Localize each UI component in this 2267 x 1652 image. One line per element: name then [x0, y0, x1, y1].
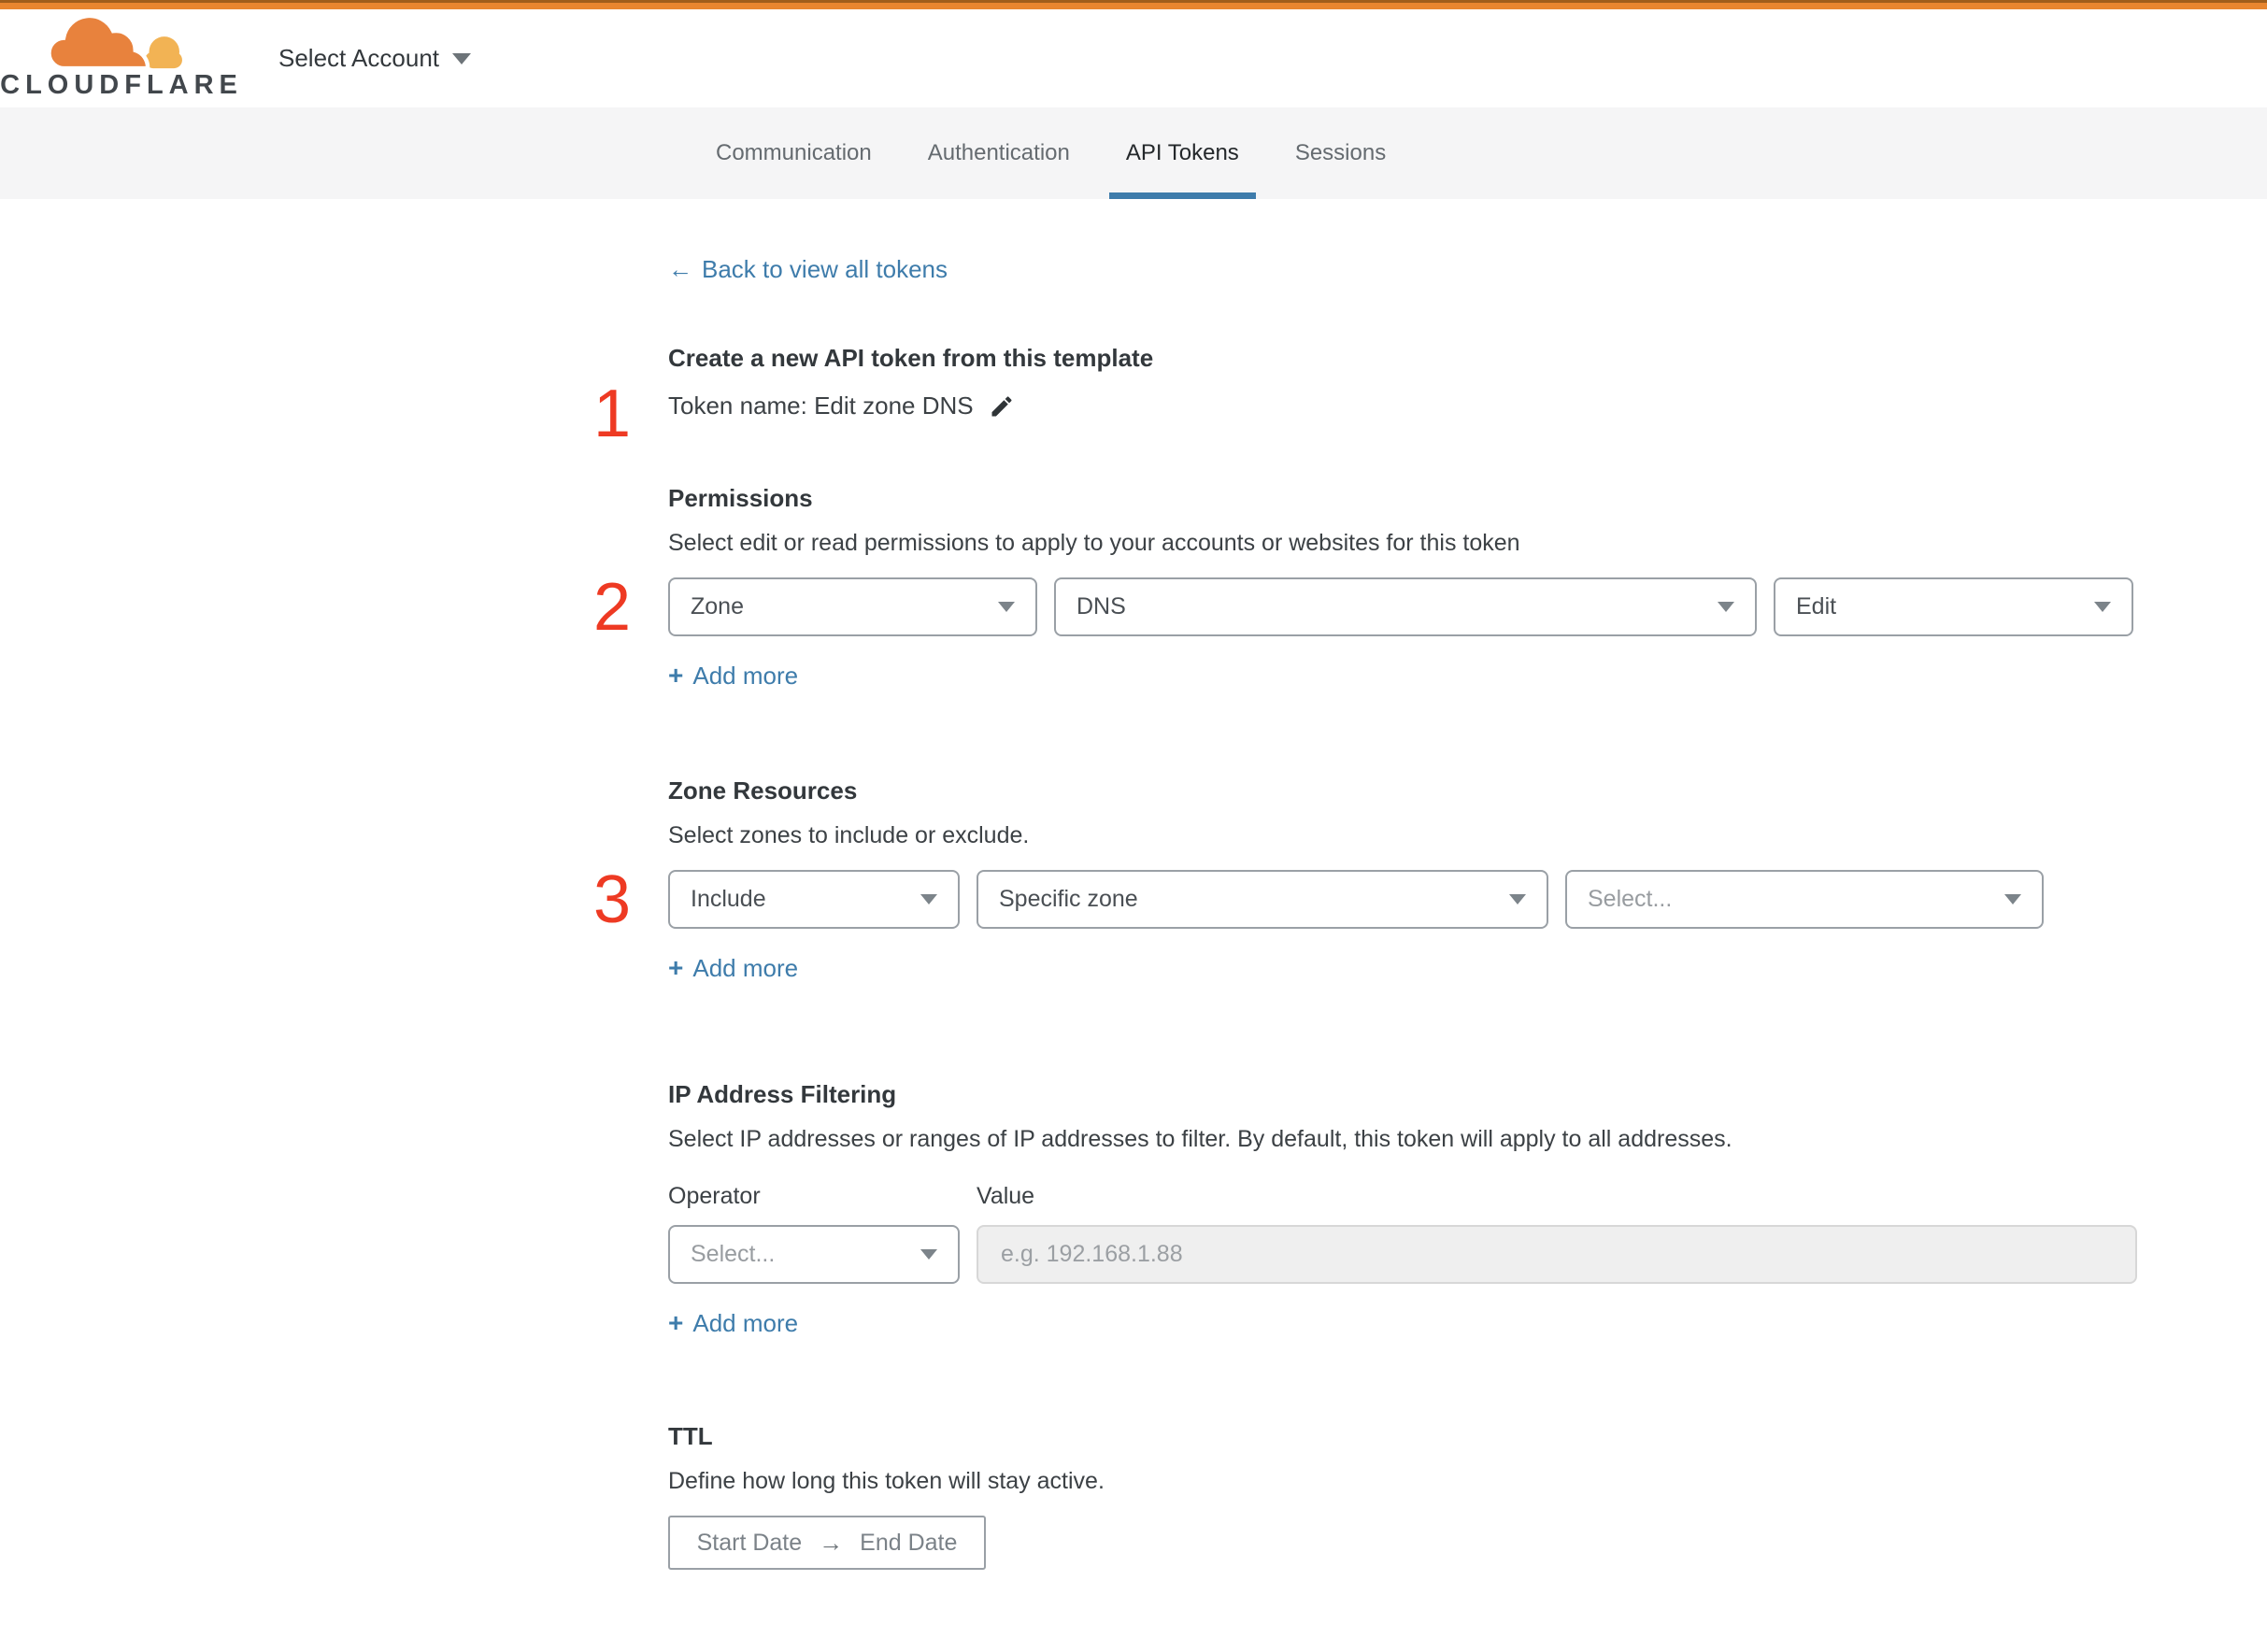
chevron-down-icon	[2094, 602, 2111, 612]
permission-scope-value: Zone	[691, 593, 744, 620]
value-label: Value	[977, 1183, 1035, 1209]
add-more-label: Add more	[692, 953, 799, 982]
top-accent-bar	[0, 0, 2267, 9]
annotation-3: 3	[593, 862, 632, 937]
zone-type-value: Specific zone	[999, 886, 1138, 912]
ip-filtering-section: IP Address Filtering Select IP addresses…	[668, 1080, 2137, 1338]
permission-scope-select[interactable]: Zone	[668, 577, 1037, 636]
permission-access-value: Edit	[1796, 593, 1837, 620]
cloudflare-cloud-icon	[47, 16, 182, 71]
app-header: CLOUDFLARE Select Account	[0, 9, 2267, 107]
annotation-2: 2	[593, 569, 632, 645]
right-arrow-icon: →	[819, 1528, 844, 1557]
permissions-description: Select edit or read permissions to apply…	[668, 530, 1520, 556]
zone-picker-placeholder: Select...	[1588, 886, 1673, 912]
plus-icon: +	[668, 661, 684, 690]
chevron-down-icon	[998, 602, 1015, 612]
tab-communication[interactable]: Communication	[699, 107, 889, 199]
chevron-down-icon	[2004, 894, 2021, 904]
chevron-down-icon	[920, 1249, 937, 1260]
ip-operator-placeholder: Select...	[691, 1241, 776, 1267]
chevron-down-icon	[1718, 602, 1734, 612]
tab-api-tokens[interactable]: API Tokens	[1108, 107, 1256, 199]
ip-filtering-heading: IP Address Filtering	[668, 1080, 897, 1108]
permission-type-value: DNS	[1076, 593, 1126, 620]
ip-operator-select[interactable]: Select...	[668, 1225, 960, 1284]
permission-access-select[interactable]: Edit	[1774, 577, 2133, 636]
zone-resources-description: Select zones to include or exclude.	[668, 822, 1030, 848]
chevron-down-icon	[920, 894, 937, 904]
ip-filtering-add-more-link[interactable]: + Add more	[668, 1308, 798, 1338]
tab-sessions[interactable]: Sessions	[1278, 107, 1403, 199]
main-content: ← Back to view all tokens Create a new A…	[593, 199, 2137, 1652]
zone-picker-select[interactable]: Select...	[1565, 870, 2044, 929]
ip-filtering-labels: Operator Value	[668, 1183, 2137, 1210]
chevron-down-icon	[1509, 894, 1526, 904]
ttl-description: Define how long this token will stay act…	[668, 1468, 1105, 1494]
profile-tabbar: Communication Authentication API Tokens …	[0, 107, 2267, 199]
zone-resources-section: Zone Resources Select zones to include o…	[593, 776, 2137, 983]
tab-authentication[interactable]: Authentication	[911, 107, 1087, 199]
account-selector[interactable]: Select Account	[278, 44, 471, 73]
token-name-line: 1 Token name: Edit zone DNS	[593, 380, 2137, 448]
ip-value-input[interactable]	[977, 1225, 2137, 1284]
chevron-down-icon	[452, 52, 471, 64]
add-more-label: Add more	[692, 1308, 799, 1337]
plus-icon: +	[668, 953, 684, 982]
permission-type-select[interactable]: DNS	[1054, 577, 1757, 636]
zone-resources-add-more-link[interactable]: + Add more	[668, 953, 798, 983]
zone-include-value: Include	[691, 886, 766, 912]
edit-pencil-icon[interactable]	[989, 393, 1015, 420]
ip-filtering-description: Select IP addresses or ranges of IP addr…	[668, 1126, 1732, 1152]
operator-label: Operator	[668, 1183, 761, 1209]
back-arrow-icon: ←	[668, 255, 692, 283]
plus-icon: +	[668, 1308, 684, 1337]
ttl-section: TTL Define how long this token will stay…	[668, 1422, 2137, 1570]
zone-resources-heading: Zone Resources	[668, 776, 858, 805]
zone-resources-row: 3 Include Specific zone Select...	[593, 866, 2137, 933]
page-title: Create a new API token from this templat…	[668, 344, 1154, 372]
end-date-placeholder: End Date	[860, 1529, 958, 1556]
permissions-add-more-link[interactable]: + Add more	[668, 661, 798, 691]
active-tab-underline	[1108, 192, 1256, 199]
permissions-section: Permissions Select edit or read permissi…	[593, 484, 2137, 691]
cloudflare-logo[interactable]: CLOUDFLARE	[0, 16, 237, 101]
ttl-heading: TTL	[668, 1422, 713, 1450]
token-name-text: Token name: Edit zone DNS	[668, 392, 974, 420]
ip-filtering-row: Select...	[668, 1225, 2137, 1284]
zone-type-select[interactable]: Specific zone	[977, 870, 1548, 929]
zone-include-select[interactable]: Include	[668, 870, 960, 929]
back-link-label: Back to view all tokens	[702, 255, 948, 283]
annotation-1: 1	[593, 377, 632, 451]
permissions-row: 2 Zone DNS Edit	[593, 574, 2137, 641]
ttl-date-range-picker[interactable]: Start Date → End Date	[668, 1516, 986, 1570]
start-date-placeholder: Start Date	[696, 1529, 803, 1556]
cloudflare-wordmark: CLOUDFLARE	[0, 70, 243, 100]
add-more-label: Add more	[692, 661, 799, 690]
intro-block: Create a new API token from this templat…	[593, 344, 2137, 448]
back-to-tokens-link[interactable]: ← Back to view all tokens	[668, 255, 948, 284]
account-selector-label: Select Account	[278, 44, 439, 72]
permissions-heading: Permissions	[668, 484, 813, 512]
